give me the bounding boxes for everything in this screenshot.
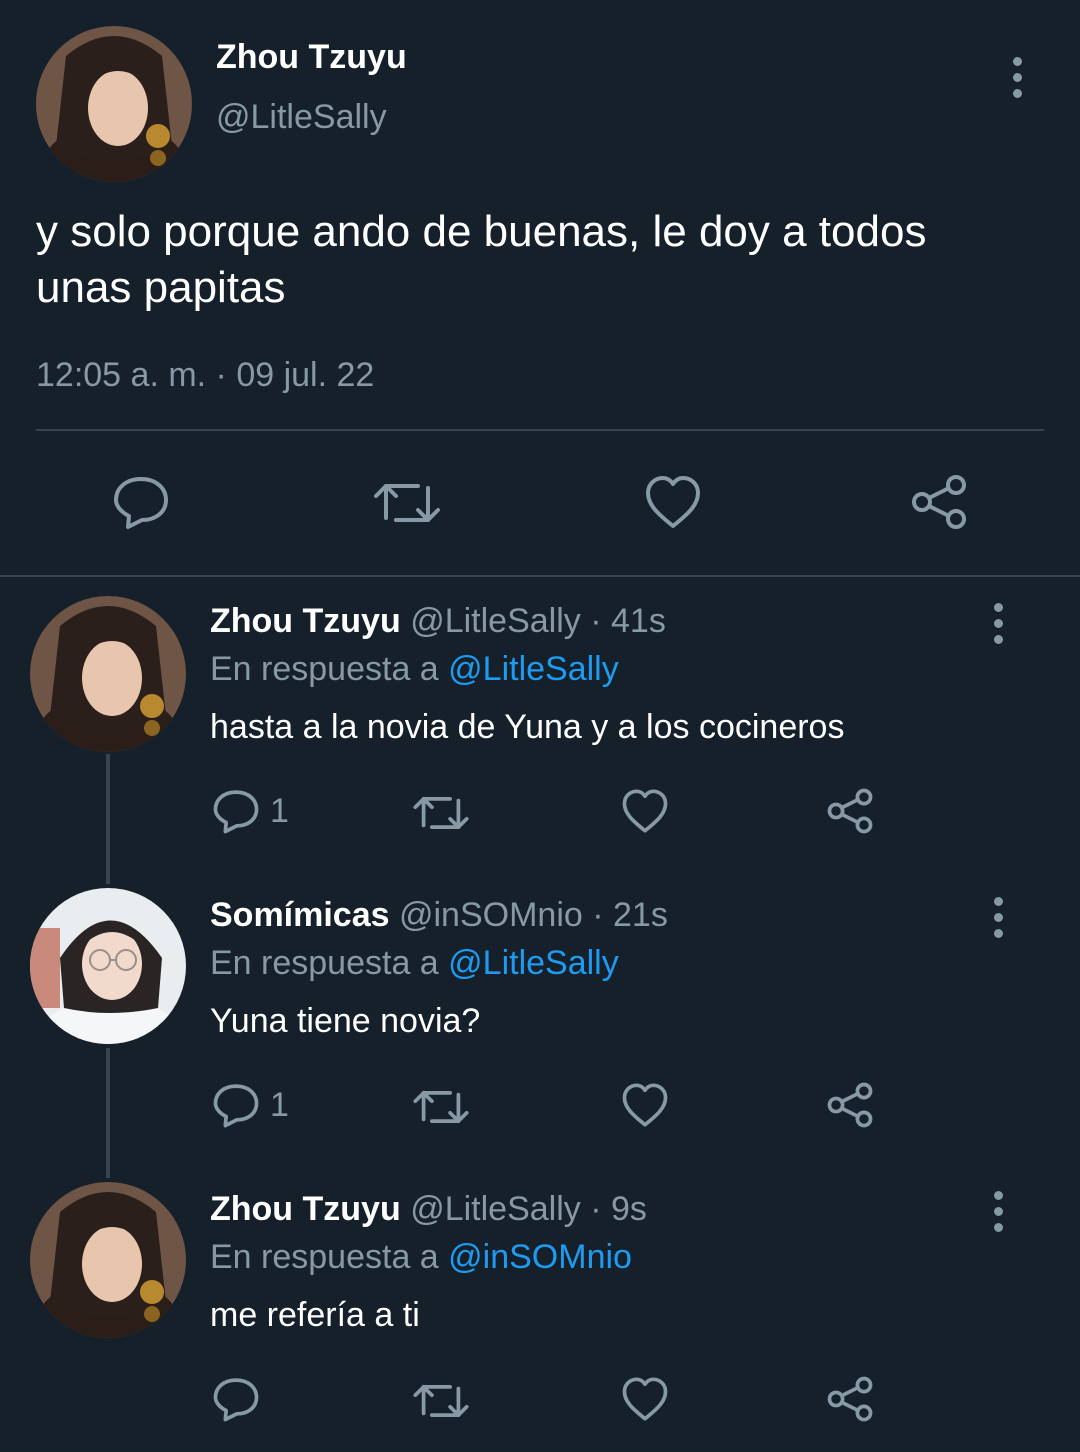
thread-line [106,754,110,884]
reply-time[interactable]: · 9s [590,1190,647,1228]
reply-to-prefix: En respuesta a [210,1238,439,1276]
reply-time[interactable]: · 21s [592,896,668,934]
share-icon [827,1376,873,1422]
share-button[interactable] [910,474,968,530]
reply-display-name[interactable]: Zhou Tzuyu [210,1190,401,1228]
reply-to-prefix: En respuesta a [210,944,439,982]
like-icon [622,1083,668,1127]
retweet-button[interactable] [412,1380,470,1422]
reply-count: 1 [270,791,289,830]
reply-handle[interactable]: @LitleSally [410,602,581,640]
reply-display-name[interactable]: Zhou Tzuyu [210,602,401,640]
reply-icon [213,790,259,834]
reply-text: hasta a la novia de Yuna y a los cociner… [210,708,845,746]
reply-button[interactable] [212,1376,270,1422]
author-display-name[interactable]: Zhou Tzuyu [216,38,407,77]
author-handle[interactable]: @LitleSally [216,98,387,137]
reply-to-mention[interactable]: @LitleSally [448,944,619,982]
reply-handle[interactable]: @inSOMnio [399,896,583,934]
retweet-icon [413,1091,469,1123]
reply-display-name[interactable]: Somímicas [210,896,390,934]
reply-handle[interactable]: @LitleSally [410,1190,581,1228]
retweet-icon [413,797,469,829]
reply-icon [213,1378,259,1422]
reply-to-mention[interactable]: @LitleSally [448,650,619,688]
like-icon [646,476,700,528]
tweet-text: y solo porque ando de buenas, le doy a t… [36,207,927,312]
reply-avatar[interactable] [30,596,186,752]
section-divider [0,575,1080,577]
reply-count: 1 [270,1085,289,1124]
share-icon [912,475,966,529]
reply-button[interactable]: 1 [212,788,289,834]
share-button[interactable] [826,1376,874,1422]
share-icon [827,1082,873,1128]
reply-avatar[interactable] [30,1182,186,1338]
reply-icon [114,477,168,529]
reply-to-line: En respuesta a @LitleSally [210,944,619,983]
reply-avatar[interactable] [30,888,186,1044]
reply-button[interactable]: 1 [212,1082,289,1128]
reply-time[interactable]: · 41s [590,602,666,640]
like-icon [622,1377,668,1421]
like-button[interactable] [621,788,669,834]
reply-to-mention[interactable]: @inSOMnio [448,1238,632,1276]
like-button[interactable] [621,1376,669,1422]
like-icon [622,789,668,833]
retweet-button[interactable] [412,1086,470,1128]
more-icon[interactable] [992,1191,1004,1239]
retweet-icon [413,1385,469,1417]
like-button[interactable] [621,1082,669,1128]
reply-to-prefix: En respuesta a [210,650,439,688]
share-button[interactable] [826,788,874,834]
share-button[interactable] [826,1082,874,1128]
like-button[interactable] [644,474,702,530]
thread-line [106,1048,110,1178]
author-avatar[interactable] [36,26,192,182]
retweet-icon [374,484,440,522]
retweet-button[interactable] [372,478,442,528]
retweet-button[interactable] [412,792,470,834]
reply-to-line: En respuesta a @inSOMnio [210,1238,632,1277]
reply-header: Somímicas @inSOMnio · 21s [210,896,668,935]
reply-text: me refería a ti [210,1296,420,1334]
more-icon[interactable] [992,603,1004,651]
tweet-timestamp: 12:05 a. m. · 09 jul. 22 [36,356,375,394]
reply-button[interactable] [112,474,170,530]
reply-header: Zhou Tzuyu @LitleSally · 9s [210,1190,647,1229]
more-icon[interactable] [1011,57,1023,105]
tweet-divider [36,429,1044,431]
reply-to-line: En respuesta a @LitleSally [210,650,619,689]
more-icon[interactable] [992,897,1004,945]
reply-text: Yuna tiene novia? [210,1002,481,1040]
share-icon [827,788,873,834]
reply-header: Zhou Tzuyu @LitleSally · 41s [210,602,666,641]
reply-icon [213,1084,259,1128]
